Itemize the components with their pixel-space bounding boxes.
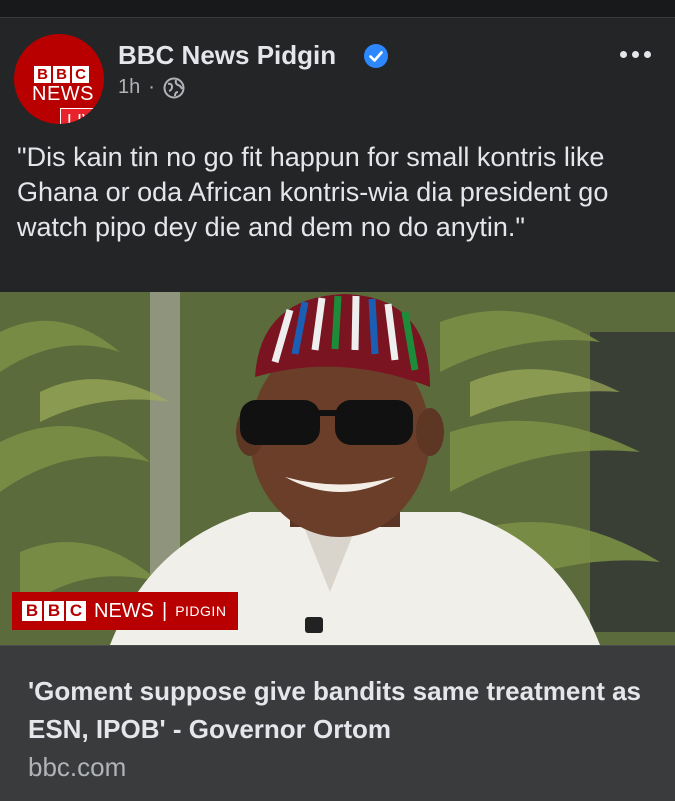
link-domain: bbc.com (28, 752, 127, 782)
post-text: "Dis kain tin no go fit happun for small… (17, 142, 609, 242)
post-header: B B C NEWS LIVE BBC News Pidgin 1h · (0, 18, 675, 124)
watermark-logo-block: C (66, 601, 86, 621)
bbc-news-pidgin-watermark: B B C NEWS | PIDGIN (12, 592, 239, 630)
dot (620, 51, 627, 58)
verified-badge-icon (364, 44, 388, 68)
meta-separator: · (148, 76, 155, 98)
logo-block: B (34, 66, 51, 83)
page-name-link[interactable]: BBC News Pidgin (118, 40, 336, 71)
watermark-logo-block: B (22, 601, 42, 621)
watermark-logo-block: B (44, 601, 64, 621)
logo-news-word: NEWS (32, 83, 94, 105)
post-image[interactable]: B B C NEWS | PIDGIN (0, 292, 675, 645)
top-divider (0, 0, 675, 18)
post-meta: 1h · (118, 76, 185, 99)
watermark-separator: | (162, 599, 168, 622)
live-badge: LIVE (60, 108, 104, 124)
logo-block: C (72, 66, 89, 83)
link-preview-card[interactable]: 'Goment suppose give bandits same treatm… (0, 645, 675, 801)
dot (632, 51, 639, 58)
link-title[interactable]: 'Goment suppose give bandits same treatm… (28, 672, 658, 748)
page-avatar[interactable]: B B C NEWS LIVE (14, 34, 104, 124)
dot (644, 51, 651, 58)
watermark-pidgin: PIDGIN (175, 603, 227, 619)
logo-block: B (53, 66, 70, 83)
more-options-icon[interactable] (620, 51, 651, 58)
watermark-bbc-logo: B B C (22, 601, 86, 621)
watermark-news: NEWS (94, 599, 154, 622)
bbc-logo: B B C (34, 66, 89, 83)
post-timestamp[interactable]: 1h (118, 76, 140, 99)
globe-icon[interactable] (163, 77, 185, 99)
